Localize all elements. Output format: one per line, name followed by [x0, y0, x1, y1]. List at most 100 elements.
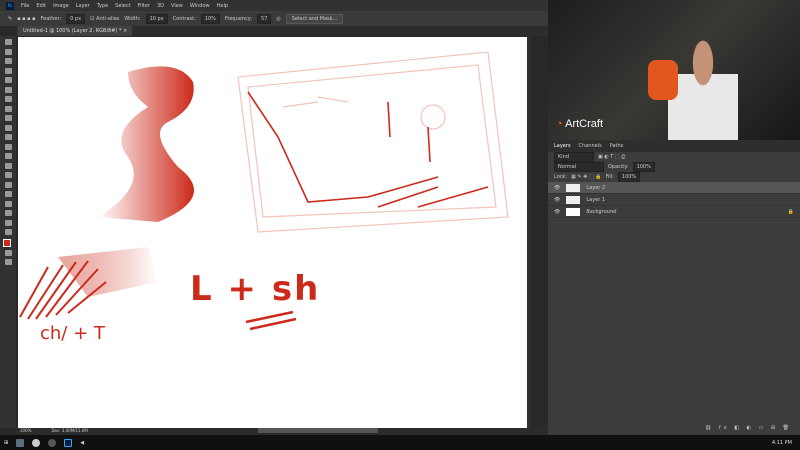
- file-explorer-icon[interactable]: [16, 438, 25, 447]
- lock-icon: 🔒: [787, 208, 794, 215]
- menu-type[interactable]: Type: [97, 3, 108, 9]
- screen-mode-icon[interactable]: [4, 259, 12, 265]
- layer-row[interactable]: 👁 Background 🔒: [548, 206, 800, 218]
- eye-icon[interactable]: 👁: [554, 185, 560, 191]
- filter-icons[interactable]: ▣ ◐ T ⬚ ⎙: [598, 154, 625, 160]
- clock[interactable]: 4:11 PM: [772, 440, 792, 446]
- frequency-label: Frequency:: [224, 15, 253, 22]
- kind-filter[interactable]: Kind: [554, 152, 594, 162]
- move-tool-icon[interactable]: [4, 39, 12, 45]
- browser-icon[interactable]: [32, 438, 41, 447]
- speaker-icon[interactable]: ◀: [80, 440, 84, 446]
- antialias-checkbox[interactable]: ☑ Anti-alias: [90, 16, 119, 22]
- blur-tool-icon[interactable]: [4, 153, 12, 159]
- layer-thumbnail: [566, 195, 581, 204]
- menu-window[interactable]: Window: [190, 3, 210, 9]
- menu-3d[interactable]: 3D: [157, 3, 164, 9]
- s-curve-stroke: [98, 66, 194, 222]
- brush-tool-icon[interactable]: [4, 105, 12, 112]
- menu-layer[interactable]: Layer: [76, 3, 90, 9]
- blend-row: Normal Opacity: 100%: [548, 162, 800, 172]
- quick-mask-icon[interactable]: [4, 249, 12, 256]
- menu-select[interactable]: Select: [115, 3, 130, 9]
- shape-tool-icon[interactable]: [4, 200, 12, 207]
- opacity-input[interactable]: 100%: [632, 162, 655, 172]
- pen-pressure-icon[interactable]: ◎: [276, 16, 280, 22]
- menu-help[interactable]: Help: [217, 3, 228, 9]
- layer-thumbnail: [566, 207, 581, 216]
- zoom-tool-icon[interactable]: [4, 219, 12, 226]
- tools-panel: [0, 36, 16, 428]
- doc-size[interactable]: Doc: 3.00M/11.0M: [51, 428, 87, 435]
- menu-image[interactable]: Image: [53, 3, 69, 9]
- type-tool-icon[interactable]: [4, 181, 12, 188]
- presenter: [668, 30, 738, 140]
- canvas[interactable]: L + sh ch/ + T: [18, 37, 527, 430]
- contrast-label: Contrast:: [172, 15, 196, 22]
- tab-channels[interactable]: Channels: [579, 143, 602, 149]
- path-select-tool-icon[interactable]: [4, 191, 12, 197]
- width-label: Width:: [124, 15, 141, 22]
- document-tab[interactable]: Untitled-1 @ 100% (Layer 2, RGB/8#) * ×: [18, 26, 133, 36]
- pen-tool-icon[interactable]: [4, 172, 12, 178]
- opacity-label: Opacity:: [608, 164, 629, 170]
- layer-actions[interactable]: ⛓ fx ◧ ◐ ▭ ⊞ 🗑: [705, 425, 792, 431]
- select-and-mask-button[interactable]: Select and Mask...: [285, 13, 344, 24]
- zoom-level[interactable]: 100%: [20, 428, 31, 435]
- photoshop-taskbar-icon[interactable]: [64, 438, 73, 447]
- taskbar: ⊞ ◀ 4:11 PM: [0, 435, 800, 450]
- fill-input[interactable]: 100%: [617, 172, 641, 182]
- feather-input[interactable]: 0 px: [66, 13, 86, 24]
- drawing: [19, 51, 509, 331]
- eye-icon[interactable]: 👁: [554, 197, 560, 203]
- tab-paths[interactable]: Paths: [610, 143, 624, 149]
- layer-name: Layer 2: [586, 184, 606, 191]
- stamp-tool-icon[interactable]: [4, 115, 12, 121]
- fill-label: Fill:: [605, 174, 614, 180]
- contrast-input[interactable]: 10%: [200, 13, 220, 24]
- tab-layers[interactable]: Layers: [554, 143, 571, 149]
- menu-bar: Ps File Edit Image Layer Type Select Fil…: [0, 0, 548, 11]
- webcam-overlay: ◔ ArtCraft: [548, 0, 800, 140]
- quick-select-tool-icon[interactable]: [4, 67, 12, 74]
- document-tab-title: Untitled-1 @ 100% (Layer 2, RGB/8#) *: [23, 28, 122, 34]
- more-tools-icon[interactable]: [4, 229, 12, 235]
- filter-row: Kind ▣ ◐ T ⬚ ⎙: [548, 152, 800, 162]
- sh-underline-strokes: [245, 310, 297, 331]
- healing-tool-icon[interactable]: [4, 96, 12, 102]
- layer-row[interactable]: 👁 Layer 1: [548, 194, 800, 206]
- lasso-tool-icon[interactable]: ✎: [8, 16, 12, 22]
- gradient-tool-icon[interactable]: [4, 143, 12, 150]
- windows-start-icon[interactable]: ⊞: [4, 440, 8, 446]
- layers-panel: Layers Channels Paths Kind ▣ ◐ T ⬚ ⎙ Norm…: [548, 140, 800, 435]
- menu-filter[interactable]: Filter: [138, 3, 150, 9]
- lock-icons[interactable]: ▦ ✎ ✥ ⬚ 🔒: [571, 174, 601, 180]
- eye-icon[interactable]: 👁: [554, 209, 560, 215]
- horizontal-scrollbar[interactable]: [257, 428, 378, 433]
- eraser-tool-icon[interactable]: [4, 134, 12, 140]
- dodge-tool-icon[interactable]: [4, 162, 12, 169]
- layer-row[interactable]: 👁 Layer 2: [548, 182, 800, 194]
- lasso-tool-icon[interactable]: [4, 58, 12, 64]
- frequency-input[interactable]: 57: [257, 13, 272, 24]
- menu-edit[interactable]: Edit: [36, 3, 46, 9]
- handwriting-ch: ch/ + T: [40, 323, 105, 344]
- history-brush-icon[interactable]: [4, 124, 12, 131]
- selection-mode-icons[interactable]: ▪ ▪ ▪ ▪: [17, 16, 35, 22]
- lock-label: Lock:: [554, 174, 568, 180]
- feather-label: Feather:: [40, 15, 62, 22]
- antialias-label: Anti-alias: [96, 15, 120, 22]
- layer-name: Background: [586, 208, 617, 215]
- vertical-scrollbar[interactable]: [527, 37, 531, 430]
- app-icon[interactable]: [48, 438, 57, 447]
- blend-mode-select[interactable]: Normal: [554, 162, 604, 172]
- width-input[interactable]: 10 px: [145, 13, 168, 24]
- crop-tool-icon[interactable]: [4, 77, 12, 83]
- foreground-color-swatch[interactable]: [3, 238, 11, 247]
- menu-view[interactable]: View: [171, 3, 183, 9]
- options-bar: ✎ ▪ ▪ ▪ ▪ Feather: 0 px ☑ Anti-alias Wid…: [0, 11, 548, 26]
- eyedropper-tool-icon[interactable]: [4, 86, 12, 93]
- menu-file[interactable]: File: [21, 3, 29, 9]
- hand-tool-icon[interactable]: [4, 210, 12, 216]
- marquee-tool-icon[interactable]: [4, 48, 12, 55]
